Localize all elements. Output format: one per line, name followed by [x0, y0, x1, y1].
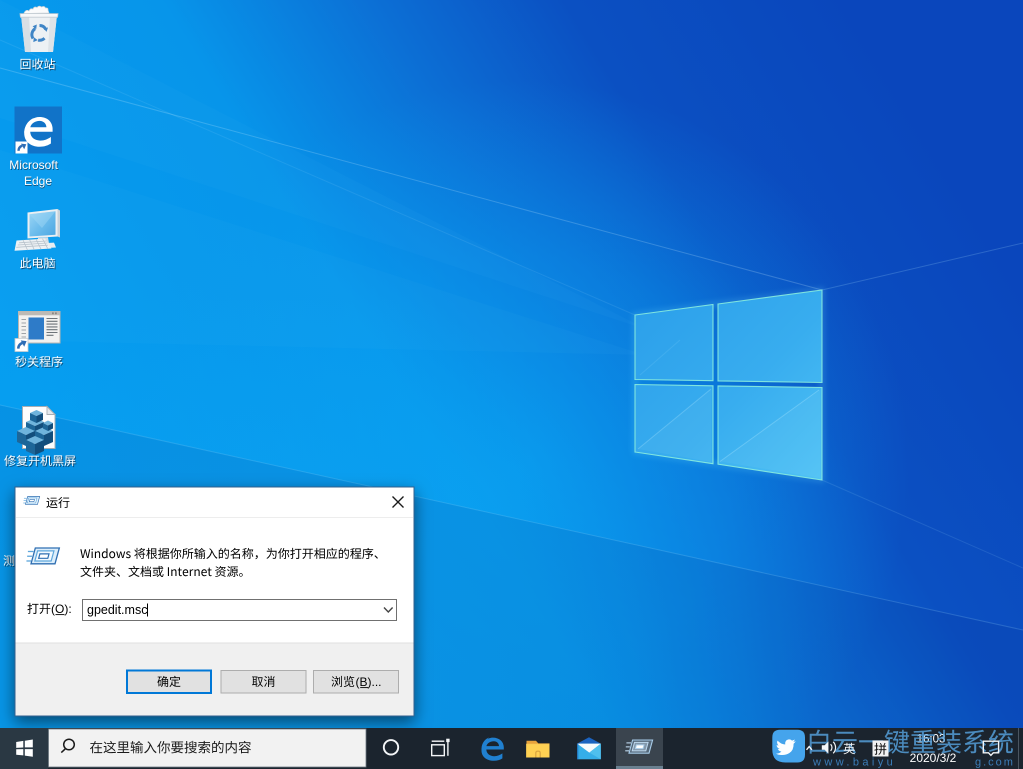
svg-text:(O):: (O):	[51, 602, 72, 616]
svg-text:gpedit.msc: gpedit.msc	[87, 603, 147, 617]
svg-text:(B)...: (B)...	[356, 675, 382, 689]
svg-text:www.baiyu: www.baiyu	[812, 757, 896, 769]
svg-text:2020/3/2: 2020/3/2	[910, 751, 957, 765]
svg-text:Edge: Edge	[24, 174, 52, 188]
svg-text:g.com: g.com	[975, 757, 1015, 769]
svg-text:Microsoft: Microsoft	[9, 158, 58, 172]
